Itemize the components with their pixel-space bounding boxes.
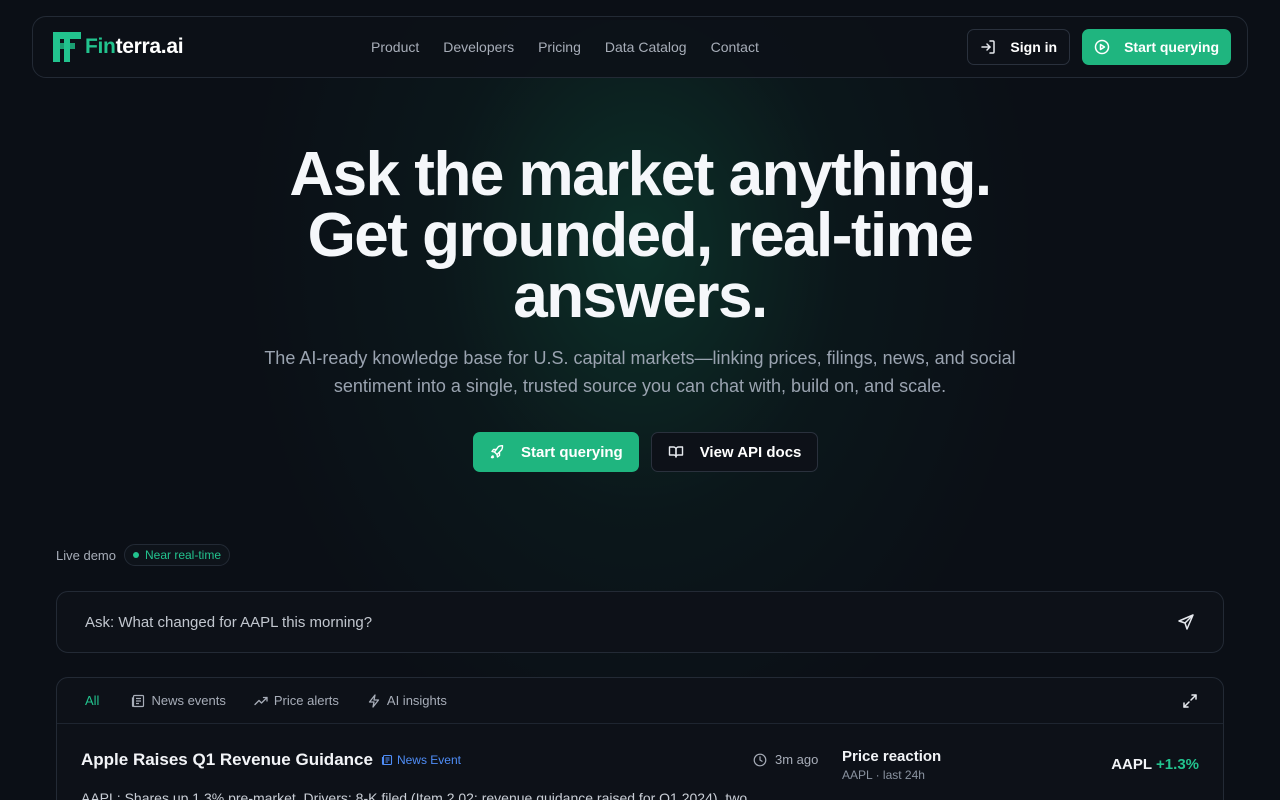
feed-item-time: 3m ago <box>753 752 818 767</box>
status-dot-icon <box>132 552 139 558</box>
hero-actions: Start querying View API docs <box>473 432 819 472</box>
rocket-icon <box>490 444 504 459</box>
book-open-icon <box>668 446 683 458</box>
view-api-docs-button[interactable]: View API docs <box>650 432 819 472</box>
nav-links: Product Developers Pricing Data Catalog … <box>371 39 759 55</box>
start-querying-label: Start querying <box>1124 39 1219 55</box>
start-querying-hero-label: Start querying <box>521 443 623 461</box>
clock-icon <box>753 753 767 766</box>
feed-item-title: Apple Raises Q1 Revenue Guidance <box>81 750 373 769</box>
hero-glow <box>240 20 1040 780</box>
tab-ai-insights-label: AI insights <box>386 693 447 708</box>
price-reaction: Price reaction AAPL · last 24h <box>842 748 941 782</box>
nav-link-data-catalog[interactable]: Data Catalog <box>605 39 687 55</box>
sign-in-button[interactable]: Sign in <box>967 29 1071 65</box>
feed-item-time-label: 3m ago <box>775 752 819 767</box>
ask-input[interactable] <box>85 613 1177 631</box>
ticker-change-value: +1.3% <box>1156 756 1199 773</box>
hero-title-line-2: Get grounded, real-time <box>307 201 974 270</box>
news-event-badge: News Event <box>381 753 461 767</box>
trending-up-icon <box>254 696 268 705</box>
play-circle-icon <box>1094 39 1110 55</box>
send-icon[interactable] <box>1177 613 1195 631</box>
hero-title-line-3: answers. <box>513 262 768 331</box>
demo-header: Live demo Near real-time <box>56 544 231 566</box>
tab-price-alerts-label: Price alerts <box>273 693 339 708</box>
newspaper-icon <box>132 694 145 707</box>
feed-item-body: AAPL: Shares up 1.3% pre-market. Drivers… <box>81 790 748 800</box>
sign-in-label: Sign in <box>1010 39 1058 55</box>
status-badge: Near real-time <box>123 544 231 566</box>
tab-news-events-label: News events <box>151 693 226 708</box>
tab-price-alerts[interactable]: Price alerts <box>254 693 339 708</box>
ask-box <box>56 591 1224 653</box>
status-badge-label: Near real-time <box>144 548 222 562</box>
sign-in-icon <box>981 40 996 54</box>
nav-link-developers[interactable]: Developers <box>443 39 514 55</box>
nav-link-pricing[interactable]: Pricing <box>538 39 581 55</box>
feed-tabs: All News events Price alerts AI insights <box>57 678 1223 724</box>
lightning-icon <box>368 693 380 708</box>
start-querying-hero-button[interactable]: Start querying <box>473 432 639 472</box>
hero-title: Ask the market anything. Get grounded, r… <box>0 140 1280 331</box>
view-api-docs-label: View API docs <box>699 443 802 461</box>
nav-link-contact[interactable]: Contact <box>711 39 759 55</box>
ticker-symbol: AAPL <box>1111 756 1153 773</box>
tab-news-events[interactable]: News events <box>131 693 226 708</box>
nav-link-product[interactable]: Product <box>371 39 419 55</box>
news-event-badge-label: News Event <box>396 753 461 767</box>
ticker-change: AAPL +1.3% <box>1111 756 1199 773</box>
demo-feed: All News events Price alerts AI insights… <box>56 677 1224 800</box>
logo[interactable]: Finterra.ai <box>49 30 184 64</box>
hero-subtitle: The AI-ready knowledge base for U.S. cap… <box>264 348 1016 396</box>
tab-all[interactable]: All <box>81 693 103 708</box>
start-querying-nav-button[interactable]: Start querying <box>1082 29 1231 65</box>
logo-text: Finterra.ai <box>85 35 184 58</box>
hero-title-line-1: Ask the market anything. <box>289 140 992 209</box>
live-demo-label: Live demo <box>56 547 116 563</box>
price-reaction-title: Price reaction <box>842 748 942 765</box>
news-badge-icon <box>381 754 393 766</box>
top-navbar: Finterra.ai Product Developers Pricing D… <box>32 16 1248 78</box>
expand-icon[interactable] <box>1181 692 1199 710</box>
tab-ai-insights[interactable]: AI insights <box>367 693 447 708</box>
price-reaction-subtitle: AAPL · last 24h <box>842 768 925 782</box>
logo-icon <box>53 32 81 62</box>
